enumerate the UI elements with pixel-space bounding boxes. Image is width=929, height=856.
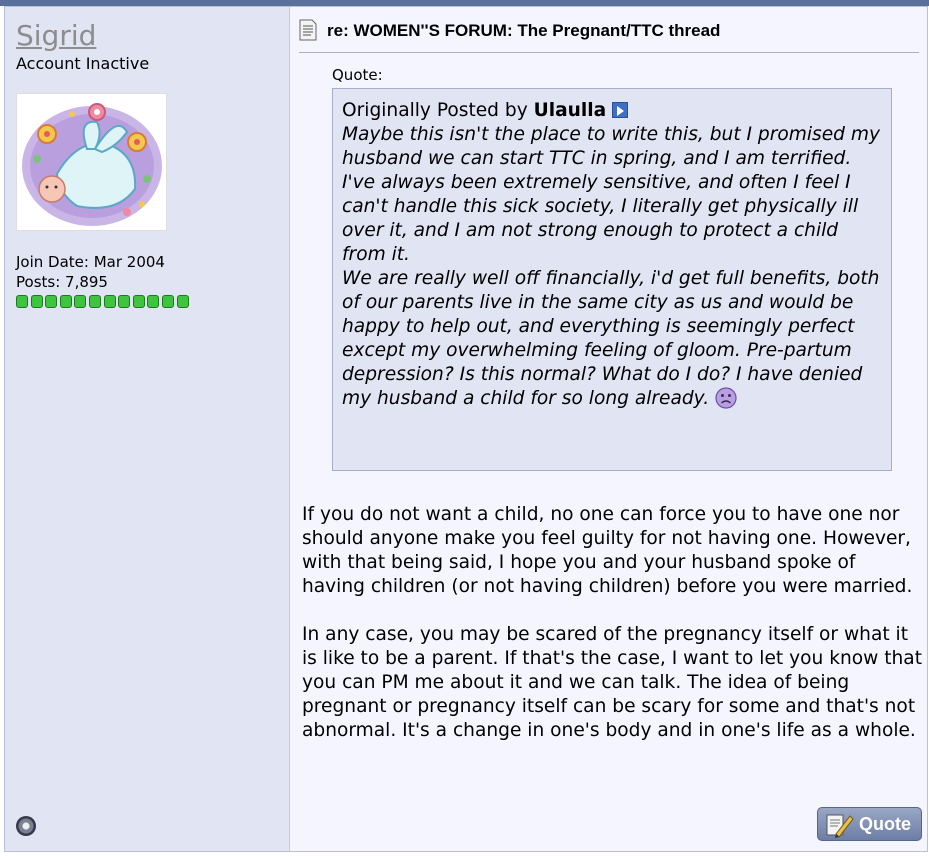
- quote-button-label: Quote: [859, 813, 911, 834]
- frown-smiley-icon: [715, 387, 737, 409]
- quote-message: Maybe this isn't the place to write this…: [342, 123, 883, 411]
- user-title: Account Inactive: [16, 54, 150, 73]
- pencil-icon: [826, 814, 854, 838]
- post-title-row: re: WOMEN''S FORUM: The Pregnant/TTC thr…: [299, 19, 919, 53]
- post-content: re: WOMEN''S FORUM: The Pregnant/TTC thr…: [299, 7, 927, 851]
- post-paragraph: In any case, you may be scared of the pr…: [302, 624, 922, 741]
- reputation-pip: [59, 295, 72, 308]
- reputation-pip: [88, 295, 101, 308]
- username-link[interactable]: Sigrid: [16, 19, 96, 52]
- online-status-icon: [16, 816, 36, 836]
- user-stats: Join Date: Mar 2004 Posts: 7,895: [16, 252, 165, 292]
- reputation-bar: [16, 295, 189, 308]
- post-icon: [299, 19, 317, 41]
- post-paragraph: If you do not want a child, no one can f…: [302, 504, 913, 597]
- reputation-pip: [30, 295, 43, 308]
- reputation-pip: [103, 295, 116, 308]
- post-body: If you do not want a child, no one can f…: [302, 503, 922, 767]
- quoted-author: Ulaulla: [533, 100, 607, 121]
- quote-text: Maybe this isn't the place to write this…: [342, 124, 880, 409]
- join-date: Join Date: Mar 2004: [16, 253, 165, 271]
- reputation-pip: [118, 295, 131, 308]
- user-avatar: [16, 93, 167, 231]
- quote-button[interactable]: Quote: [817, 807, 922, 841]
- reputation-pip: [16, 295, 28, 308]
- quote-label: Quote:: [332, 66, 383, 84]
- originally-posted-by: Originally Posted by: [342, 100, 528, 121]
- reputation-pip: [74, 295, 87, 308]
- reputation-pip: [45, 295, 58, 308]
- reputation-pip: [161, 295, 174, 308]
- reputation-pip: [147, 295, 160, 308]
- quote-block: Originally Posted by Ulaulla Maybe this …: [332, 88, 892, 471]
- quote-attribution: Originally Posted by Ulaulla: [342, 99, 883, 123]
- reputation-pip: [132, 295, 145, 308]
- post-user-sidebar: Sigrid Account Inactive Join Date: Mar 2…: [5, 7, 290, 851]
- forum-post: Sigrid Account Inactive Join Date: Mar 2…: [4, 6, 928, 852]
- view-post-icon[interactable]: [612, 102, 629, 118]
- reputation-pip: [176, 295, 189, 308]
- post-title: re: WOMEN''S FORUM: The Pregnant/TTC thr…: [327, 21, 721, 40]
- post-count: Posts: 7,895: [16, 273, 108, 291]
